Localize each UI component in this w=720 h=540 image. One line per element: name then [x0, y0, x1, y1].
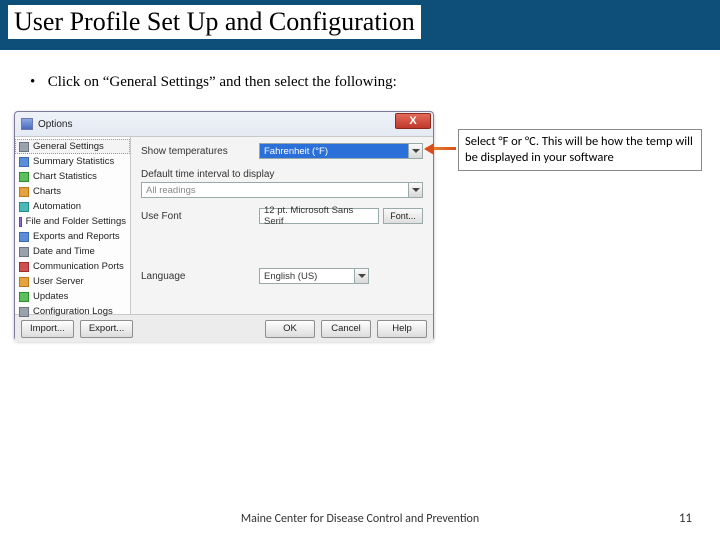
show-temps-dropdown[interactable]: Fahrenheit (°F)	[259, 143, 423, 159]
orange-icon	[19, 277, 29, 287]
instruction-line: • Click on “General Settings” and then s…	[30, 74, 720, 91]
sidebar-item-label: File and Folder Settings	[26, 215, 126, 228]
sidebar-item-date-and-time[interactable]: Date and Time	[15, 244, 130, 259]
sidebar-item-chart-statistics[interactable]: Chart Statistics	[15, 169, 130, 184]
blue-icon	[19, 157, 29, 167]
callout-box: Select °F or °C. This will be how the te…	[458, 129, 702, 171]
font-display: 12 pt. Microsoft Sans Serif	[259, 208, 379, 224]
bullet-icon: •	[30, 74, 44, 91]
slide-title-bar: User Profile Set Up and Configuration	[0, 0, 720, 50]
export-button[interactable]: Export...	[80, 320, 133, 338]
screenshot-area: Options X General Settings Summary Statis…	[14, 111, 706, 361]
gray-icon	[19, 142, 29, 152]
callout-text: Select °F or °C. This will be how the te…	[465, 134, 693, 165]
green-icon	[19, 172, 29, 182]
field-show-temperatures: Show temperatures Fahrenheit (°F)	[141, 143, 423, 159]
close-button[interactable]: X	[395, 113, 431, 129]
dialog-main-panel: Show temperatures Fahrenheit (°F) Defaul…	[131, 137, 433, 314]
sidebar-item-label: Exports and Reports	[33, 230, 120, 243]
sidebar-item-updates[interactable]: Updates	[15, 289, 130, 304]
sidebar-item-user-server[interactable]: User Server	[15, 274, 130, 289]
app-icon	[21, 118, 33, 130]
close-icon: X	[409, 115, 416, 127]
callout-arrow	[418, 143, 456, 153]
purple-icon	[19, 217, 22, 227]
teal-icon	[19, 202, 29, 212]
sidebar-item-label: Summary Statistics	[33, 155, 114, 168]
sidebar-item-file-and-folder-settings[interactable]: File and Folder Settings	[15, 214, 130, 229]
field-default-interval: Default time interval to display	[141, 169, 423, 180]
sidebar-item-charts[interactable]: Charts	[15, 184, 130, 199]
green-icon	[19, 292, 29, 302]
sidebar-item-communication-ports[interactable]: Communication Ports	[15, 259, 130, 274]
chevron-down-icon	[408, 183, 422, 197]
cancel-button[interactable]: Cancel	[321, 320, 371, 338]
chevron-down-icon	[354, 269, 368, 283]
field-language: Language English (US)	[141, 268, 423, 284]
sidebar-item-automation[interactable]: Automation	[15, 199, 130, 214]
sidebar-item-label: Communication Ports	[33, 260, 124, 273]
sidebar-item-label: User Server	[33, 275, 84, 288]
field-default-interval-value: All readings	[141, 182, 423, 198]
language-label: Language	[141, 271, 259, 282]
arrow-left-icon	[418, 143, 434, 155]
sidebar-item-label: General Settings	[33, 140, 104, 153]
sidebar-item-label: Chart Statistics	[33, 170, 97, 183]
sidebar-item-summary-statistics[interactable]: Summary Statistics	[15, 154, 130, 169]
language-value: English (US)	[264, 271, 317, 282]
sidebar-item-configuration-logs[interactable]: Configuration Logs	[15, 304, 130, 319]
ok-button[interactable]: OK	[265, 320, 315, 338]
field-use-font: Use Font 12 pt. Microsoft Sans Serif Fon…	[141, 208, 423, 224]
dialog-titlebar: Options X	[15, 112, 433, 136]
sidebar-item-exports-and-reports[interactable]: Exports and Reports	[15, 229, 130, 244]
sidebar-item-label: Updates	[33, 290, 68, 303]
footer-organization: Maine Center for Disease Control and Pre…	[0, 512, 720, 526]
help-button[interactable]: Help	[377, 320, 427, 338]
orange-icon	[19, 187, 29, 197]
dialog-title-text: Options	[38, 119, 72, 130]
gray-icon	[19, 247, 29, 257]
sidebar-item-label: Charts	[33, 185, 61, 198]
dialog-sidebar: General Settings Summary Statistics Chart …	[15, 137, 131, 314]
blue-icon	[19, 232, 29, 242]
sidebar-item-label: Automation	[33, 200, 81, 213]
show-temps-value: Fahrenheit (°F)	[264, 146, 328, 157]
red-icon	[19, 262, 29, 272]
dialog-body: General Settings Summary Statistics Chart …	[15, 136, 433, 314]
language-dropdown[interactable]: English (US)	[259, 268, 369, 284]
slide-title: User Profile Set Up and Configuration	[8, 5, 421, 39]
interval-dropdown[interactable]: All readings	[141, 182, 423, 198]
show-temps-label: Show temperatures	[141, 146, 259, 157]
interval-label: Default time interval to display	[141, 169, 423, 180]
gray-icon	[19, 307, 29, 317]
interval-value: All readings	[146, 185, 196, 196]
footer-page-number: 11	[679, 511, 692, 526]
sidebar-item-general-settings[interactable]: General Settings	[15, 139, 130, 154]
sidebar-item-label: Configuration Logs	[33, 305, 113, 318]
options-dialog: Options X General Settings Summary Statis…	[14, 111, 434, 341]
font-label: Use Font	[141, 211, 259, 222]
import-button[interactable]: Import...	[21, 320, 74, 338]
instruction-text: Click on “General Settings” and then sel…	[48, 74, 397, 90]
font-value: 12 pt. Microsoft Sans Serif	[264, 205, 374, 227]
font-button[interactable]: Font...	[383, 208, 423, 224]
sidebar-item-label: Date and Time	[33, 245, 95, 258]
